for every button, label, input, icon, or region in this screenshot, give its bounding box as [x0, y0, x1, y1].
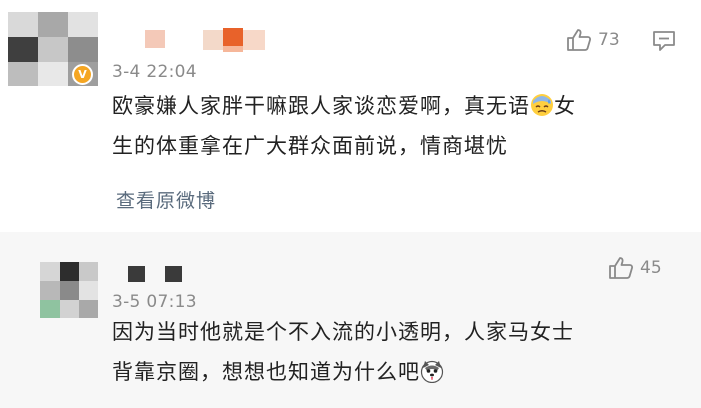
comment-text-line: 生的体重拿在广大群众面前说，情商堪忧	[112, 134, 508, 158]
like-button[interactable]: 45	[608, 256, 662, 280]
like-count: 73	[598, 30, 620, 50]
comment-text-tail: 女	[554, 94, 576, 118]
comment-timestamp: 3-5 07:13	[112, 292, 197, 312]
comment-text-line: 欧豪嫌人家胖干嘛跟人家谈恋爱啊，真无语	[112, 94, 530, 118]
thumbs-up-icon	[609, 257, 634, 279]
comment-icon[interactable]	[652, 30, 676, 52]
comment-text: 欧豪嫌人家胖干嘛跟人家谈恋爱啊，真无语 女 生的体重拿在广大群众面前说，情商堪忧	[112, 86, 682, 166]
comment-text: 因为当时他就是个不入流的小透明，人家马女士 背靠京圈，想想也知道为什么吧	[112, 312, 692, 392]
husky-dog-emoji	[420, 360, 444, 383]
like-button[interactable]: 73	[566, 28, 620, 52]
like-count: 45	[640, 258, 662, 278]
comment-text-line: 因为当时他就是个不入流的小透明，人家马女士	[112, 320, 574, 344]
sweat-face-emoji	[531, 94, 553, 116]
avatar[interactable]	[40, 262, 98, 318]
comment-text-line: 背靠京圈，想想也知道为什么吧	[112, 360, 420, 384]
thumbs-up-icon	[567, 29, 592, 51]
username[interactable]	[145, 28, 270, 52]
comment-timestamp: 3-4 22:04	[112, 62, 197, 82]
comment-item: 3-5 07:13 45 因为当时他就是个不入流的小透明，人家马女士 背靠京圈，…	[0, 232, 701, 408]
view-original-weibo-link[interactable]: 查看原微博	[116, 186, 216, 213]
verified-badge-icon: V	[72, 64, 93, 85]
username[interactable]	[128, 264, 188, 284]
comment-item: V 3-4 22:04 73 欧豪嫌人家胖干嘛跟人家谈恋爱啊，真无语 女 生的体…	[0, 0, 701, 232]
